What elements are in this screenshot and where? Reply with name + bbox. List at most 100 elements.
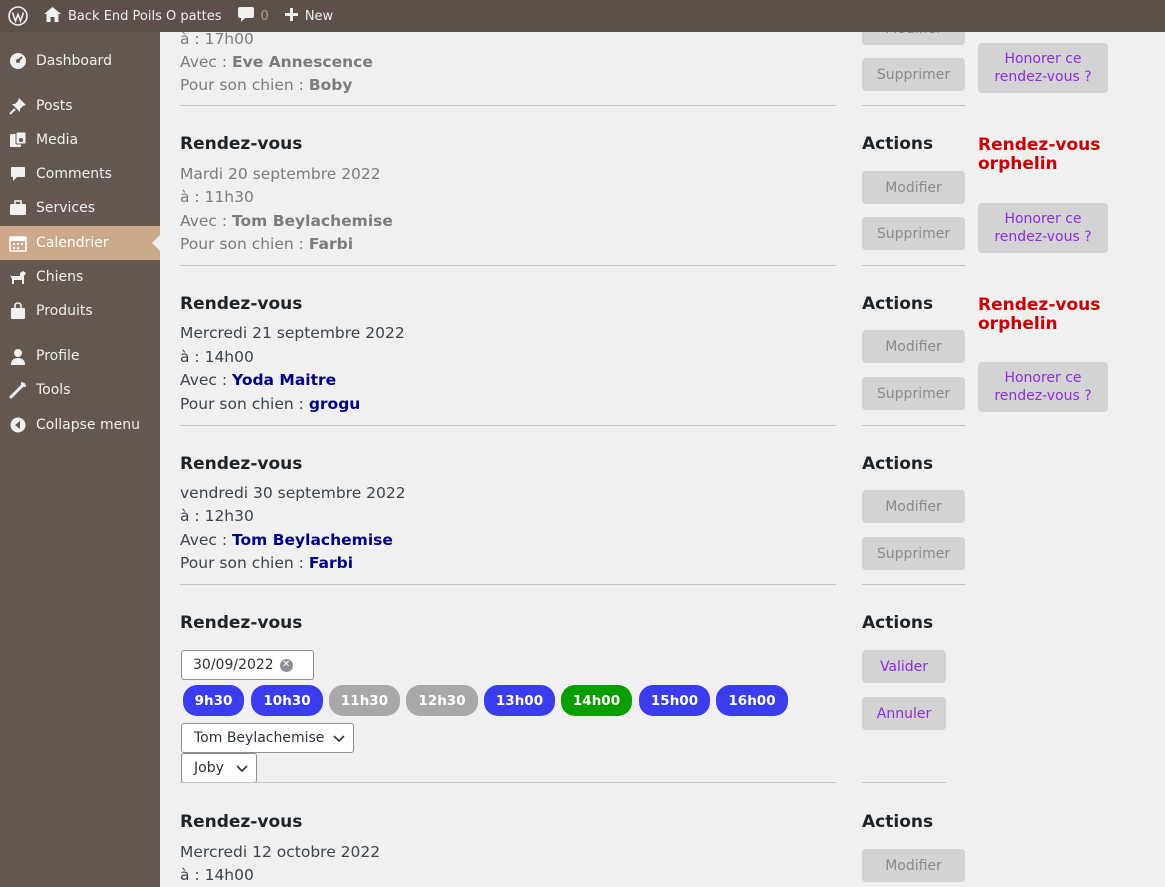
wordpress-logo-icon[interactable] [0,0,36,32]
appointment-dog: Pour son chien : Farbi [180,554,354,572]
appointment-date: vendredi 30 septembre 2022 [180,484,406,502]
time-slot-button[interactable]: 13h00 [484,685,555,716]
appointment-card: Rendez-vous Mercredi 12 octobre 2022 à :… [180,812,836,884]
delete-button[interactable]: Supprimer [862,377,965,410]
orphan-label: Rendez-vous orphelin [978,135,1101,174]
time-slot-button[interactable]: 11h30 [329,685,400,716]
modify-button[interactable]: Modifier [862,32,965,45]
chevron-down-icon [236,762,248,778]
divider [862,425,965,426]
appointment-title: Rendez-vous [180,134,303,154]
sidebar-item-media[interactable]: Media [0,123,160,157]
chevron-down-icon [333,732,345,748]
date-input[interactable]: 30/09/2022 ✕ [181,650,314,680]
appointment-dog: Pour son chien : Farbi [180,235,354,253]
honor-appointment-button[interactable]: Honorer ce rendez-vous ? [978,203,1108,253]
sidebar-collapse-menu[interactable]: Collapse menu [0,408,160,442]
honor-appointment-button[interactable]: Honorer ce rendez-vous ? [978,43,1108,93]
person-select[interactable]: Tom Beylachemise [181,723,354,753]
appointment-time: à : 17h00 [180,32,254,48]
admin-bar: Back End Poils O pattes 0 New [0,0,1165,32]
appointment-time: à : 14h00 [180,348,254,366]
time-slot-button[interactable]: 15h00 [639,685,710,716]
modify-button[interactable]: Modifier [862,849,965,882]
sidebar-item-produits[interactable]: Produits [0,294,160,328]
actions-column: Actions [862,812,933,832]
new-label: New [304,8,334,24]
dog-link[interactable]: grogu [309,395,361,413]
briefcase-icon [0,200,36,216]
person-select-value: Tom Beylachemise [194,730,325,746]
shopping-bag-icon [0,302,36,320]
time-slot-button[interactable]: 10h30 [251,685,323,716]
appointment-dog: Pour son chien : Boby [180,76,353,94]
appointment-card: Rendez-vous Mardi 20 septembre 2022 à : … [180,134,836,253]
sidebar-item-calendrier[interactable]: Calendrier [0,226,160,260]
media-icon [0,131,36,149]
time-slot-button[interactable]: 9h30 [183,685,244,716]
person-link[interactable]: Yoda Maitre [232,371,336,389]
home-icon [44,6,61,26]
sidebar-item-tools[interactable]: Tools [0,373,160,407]
calendar-icon [0,234,36,252]
sidebar-item-dashboard[interactable]: Dashboard [0,44,160,78]
divider [862,105,965,106]
divider [862,265,965,266]
appointment-title: Rendez-vous [180,454,303,474]
person-link[interactable]: Tom Beylachemise [232,531,393,549]
new-content-link[interactable]: New [277,0,341,32]
appointment-time: à : 11h30 [180,188,254,206]
divider [862,782,946,783]
delete-button[interactable]: Supprimer [862,217,965,250]
appointment-person: Avec : Tom Beylachemise [180,212,393,230]
cancel-button[interactable]: Annuler [862,697,946,730]
comment-icon [0,166,36,182]
actions-title: Actions [862,454,934,474]
plus-icon [284,7,298,25]
modify-button[interactable]: Modifier [862,330,965,363]
actions-title: Actions [862,812,934,832]
appointment-title: Rendez-vous [180,812,303,832]
dog-select-value: Joby [194,760,224,776]
divider [180,105,836,106]
delete-button[interactable]: Supprimer [862,58,965,91]
time-slot-button[interactable]: 12h30 [406,685,478,716]
main-content: à : 17h00 Avec : Eve Annescence Pour son… [160,32,1165,887]
sidebar-item-services[interactable]: Services [0,191,160,225]
clear-date-icon[interactable]: ✕ [279,658,293,672]
appointment-person: Avec : Eve Annescence [180,53,373,71]
honor-appointment-button[interactable]: Honorer ce rendez-vous ? [978,362,1108,412]
appointment-title: Rendez-vous [180,613,303,633]
appointment-time: à : 14h00 [180,866,254,884]
sidebar-item-comments[interactable]: Comments [0,157,160,191]
appointment-dog: Pour son chien : grogu [180,395,361,413]
validate-button[interactable]: Valider [862,650,946,683]
dog-link[interactable]: Farbi [309,554,353,572]
appointment-card: Rendez-vous Mercredi 21 septembre 2022 à… [180,294,836,413]
dashboard-icon [0,52,36,70]
appointment-date: Mercredi 21 septembre 2022 [180,324,405,342]
modify-button[interactable]: Modifier [862,171,965,204]
time-slot-button[interactable]: 16h00 [716,685,788,716]
time-slot-button-selected[interactable]: 14h00 [561,685,632,716]
sidebar-item-profile[interactable]: Profile [0,339,160,373]
appointment-card: Rendez-vous vendredi 30 septembre 2022 à… [180,454,836,572]
comments-link[interactable]: 0 [230,0,277,32]
actions-column: Actions [862,454,933,474]
comments-count: 0 [260,8,269,24]
user-icon [0,348,36,365]
comment-bubble-icon [237,6,254,26]
appointment-date: Mardi 20 septembre 2022 [180,165,381,183]
dog-icon [0,268,36,286]
actions-title: Actions [862,613,934,633]
divider [180,425,836,426]
sidebar-item-chiens[interactable]: Chiens [0,260,160,294]
modify-button[interactable]: Modifier [862,490,965,523]
appointment-date: Mercredi 12 octobre 2022 [180,843,381,861]
actions-title: Actions [862,294,934,314]
appointment-time: à : 12h30 [180,507,254,525]
site-name-link[interactable]: Back End Poils O pattes [36,0,230,32]
dog-select[interactable]: Joby [181,753,257,783]
sidebar-item-posts[interactable]: Posts [0,89,160,123]
delete-button[interactable]: Supprimer [862,537,965,570]
